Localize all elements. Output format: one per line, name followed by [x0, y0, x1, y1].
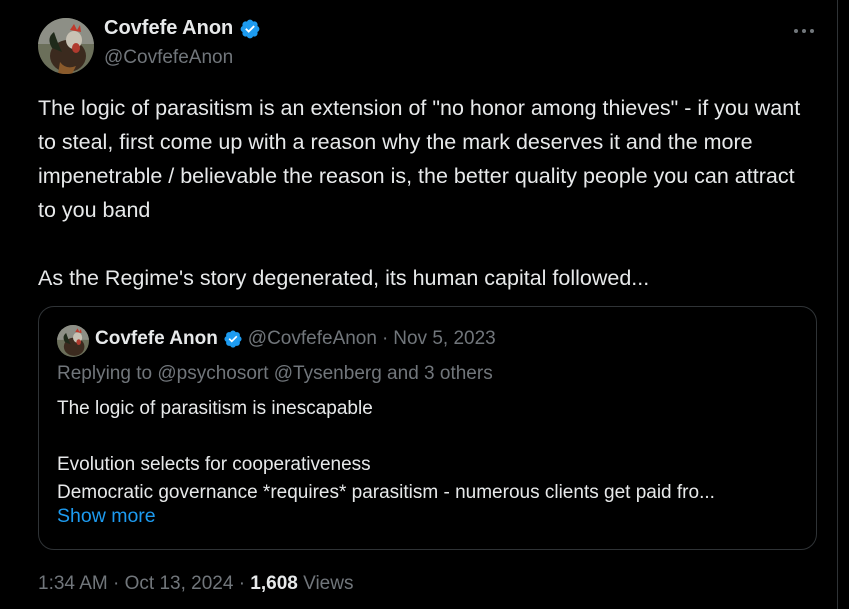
- quoted-text-line: The logic of parasitism is inescapable: [57, 398, 373, 419]
- author-name[interactable]: Covfefe Anon: [104, 17, 233, 40]
- quoted-tweet[interactable]: Covfefe Anon @CovfefeAnon · Nov 5, 2023 …: [38, 306, 817, 550]
- quoted-text: The logic of parasitism is inescapable E…: [57, 395, 802, 507]
- show-more-link[interactable]: Show more: [57, 505, 156, 528]
- quoted-text-line: [57, 423, 802, 451]
- quoted-author-avatar[interactable]: [57, 325, 89, 357]
- author-name-row: Covfefe Anon: [104, 17, 261, 40]
- quoted-text-line: Evolution selects for cooperativeness: [57, 454, 371, 475]
- meta-separator: ·: [113, 573, 120, 594]
- quoted-author-name[interactable]: Covfefe Anon: [95, 328, 218, 350]
- author-avatar[interactable]: [38, 18, 94, 74]
- views-count: 1,608: [250, 573, 298, 594]
- tweet-date[interactable]: Oct 13, 2024: [125, 573, 234, 594]
- tweet-detail: Covfefe Anon @CovfefeAnon The logic of p…: [0, 0, 838, 609]
- views-label: Views: [303, 573, 354, 594]
- quoted-header: Covfefe Anon @CovfefeAnon · Nov 5, 2023: [95, 328, 496, 350]
- quoted-text-line: Democratic governance *requires* parasit…: [57, 482, 715, 503]
- tweet-text: The logic of parasitism is an extension …: [38, 96, 801, 290]
- verified-badge-icon: [239, 18, 261, 40]
- quoted-author-handle[interactable]: @CovfefeAnon: [248, 328, 377, 350]
- quoted-separator: ·: [381, 328, 389, 349]
- author-handle[interactable]: @CovfefeAnon: [104, 47, 233, 69]
- meta-separator: ·: [238, 573, 246, 594]
- quoted-date[interactable]: Nov 5, 2023: [393, 328, 495, 350]
- verified-badge-icon: [223, 329, 243, 349]
- more-horizontal-icon[interactable]: [790, 20, 818, 42]
- tweet-time[interactable]: 1:34 AM: [38, 573, 108, 594]
- tweet-meta: 1:34 AM · Oct 13, 2024 · 1,608 Views: [38, 573, 353, 595]
- replying-to: Replying to @psychosort @Tysenberg and 3…: [57, 363, 493, 384]
